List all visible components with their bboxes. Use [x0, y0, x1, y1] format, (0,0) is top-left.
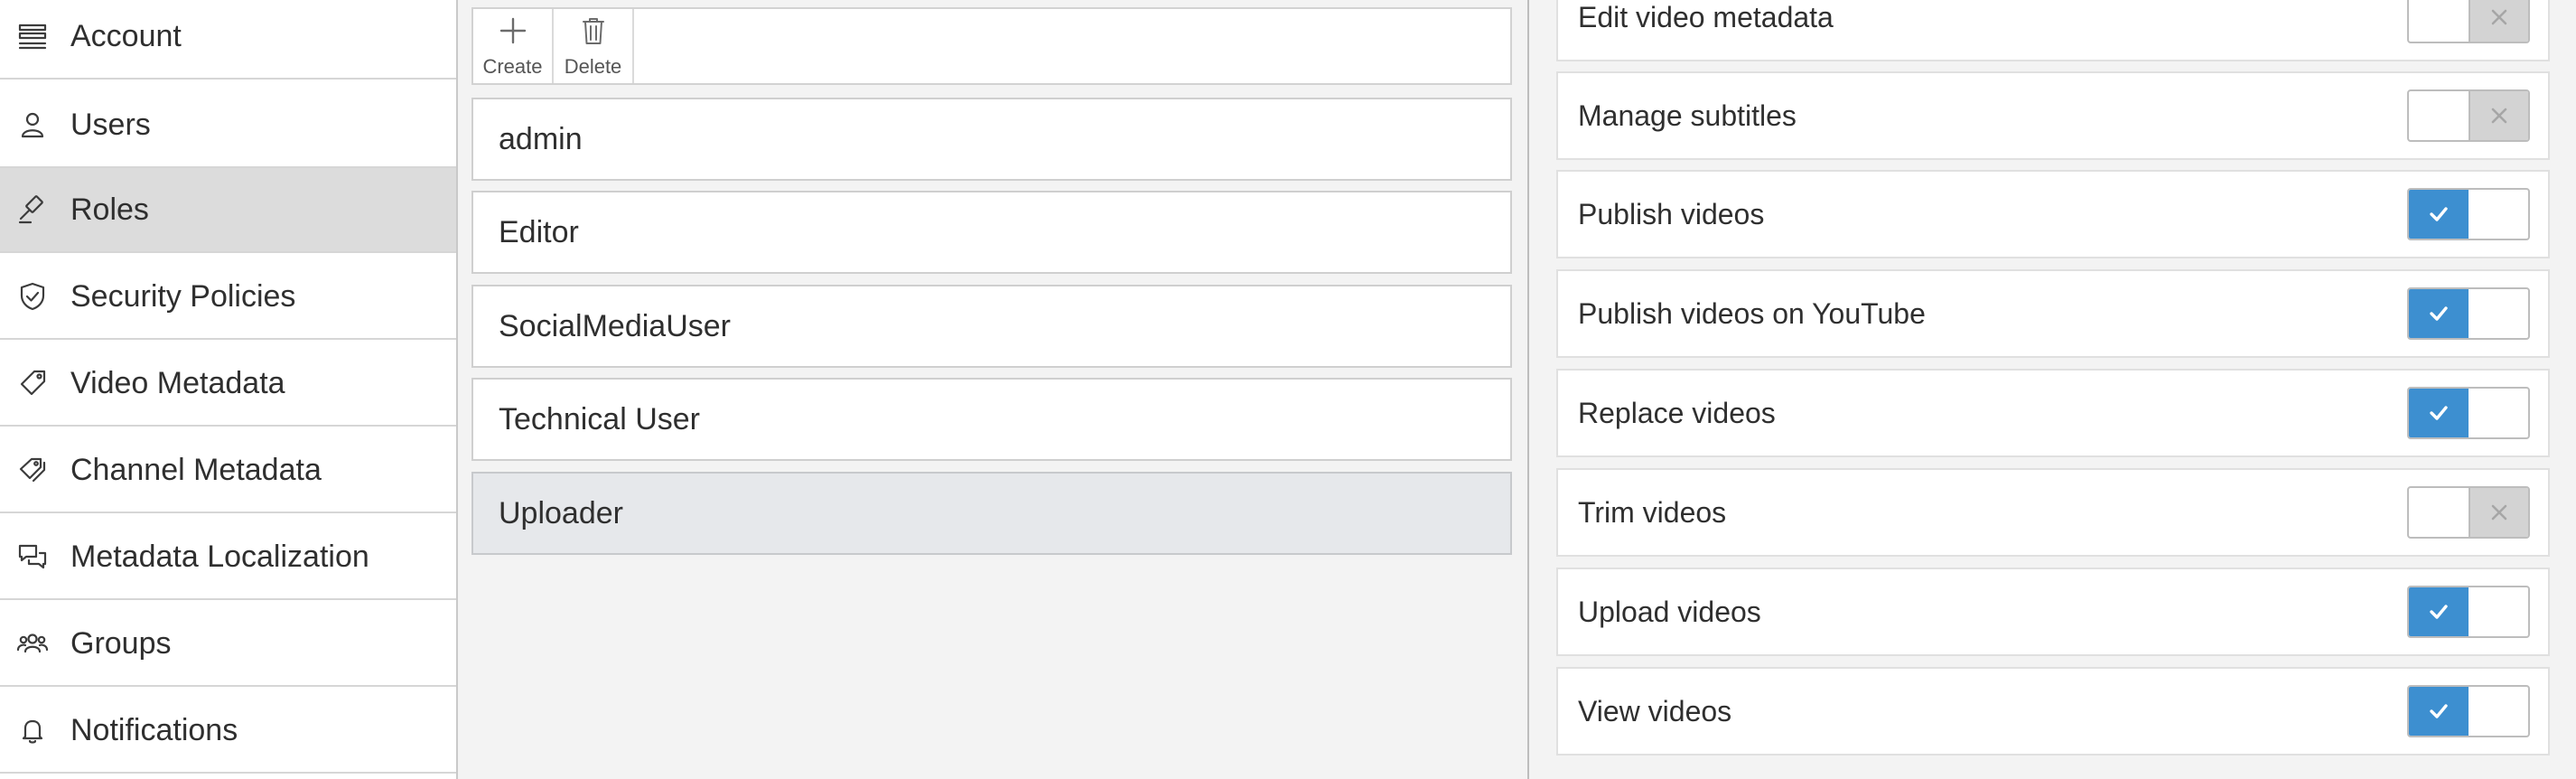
- plus-icon: [497, 14, 529, 52]
- x-icon: [2469, 488, 2528, 537]
- trash-icon: [577, 14, 610, 52]
- sidebar-item-label: Account: [70, 18, 182, 53]
- role-list-item-selected[interactable]: Uploader: [471, 472, 1512, 555]
- bell-icon: [14, 712, 51, 748]
- sidebar-item-metadata-localization[interactable]: Metadata Localization: [0, 515, 456, 600]
- checkmark-icon: [2409, 389, 2469, 437]
- sidebar-item-label: Metadata Localization: [70, 539, 369, 574]
- sidebar-item-account[interactable]: Account: [0, 0, 456, 80]
- create-role-button[interactable]: Create: [473, 9, 554, 83]
- sidebar-item-groups[interactable]: Groups: [0, 602, 456, 687]
- permissions-panel: Edit video metadata Manage subtitles Pub…: [1527, 0, 2576, 779]
- permission-label: Replace videos: [1578, 396, 1776, 429]
- sidebar-item-roles[interactable]: Roles: [0, 168, 456, 253]
- sidebar-item-notifications[interactable]: Notifications: [0, 689, 456, 774]
- permission-row: Replace videos: [1556, 369, 2550, 457]
- tags-icon: [14, 452, 51, 488]
- checkmark-icon: [2409, 587, 2469, 636]
- sidebar-item-security-policies[interactable]: Security Policies: [0, 255, 456, 340]
- gavel-icon: [14, 192, 51, 228]
- checkmark-icon: [2409, 289, 2469, 338]
- account-list-icon: [14, 18, 51, 54]
- checkmark-icon: [2409, 687, 2469, 736]
- user-icon: [14, 107, 51, 143]
- permission-label: Edit video metadata: [1578, 0, 1834, 33]
- permission-toggle[interactable]: [2407, 89, 2530, 142]
- permission-label: Trim videos: [1578, 495, 1727, 529]
- permission-toggle[interactable]: [2407, 586, 2530, 638]
- permission-row: Upload videos: [1556, 568, 2550, 656]
- permission-toggle[interactable]: [2407, 188, 2530, 240]
- permission-toggle[interactable]: [2407, 387, 2530, 439]
- permission-label: Upload videos: [1578, 595, 1761, 628]
- sidebar-item-video-metadata[interactable]: Video Metadata: [0, 342, 456, 427]
- role-list-item[interactable]: admin: [471, 98, 1512, 181]
- permission-label: Publish videos on YouTube: [1578, 296, 1926, 330]
- role-list-item[interactable]: Technical User: [471, 378, 1512, 461]
- settings-sidebar: Account Users Roles Security Policies Vi…: [0, 0, 458, 779]
- x-icon: [2469, 0, 2528, 42]
- sidebar-item-label: Groups: [70, 625, 172, 661]
- sidebar-item-label: Notifications: [70, 712, 238, 747]
- sidebar-item-channel-metadata[interactable]: Channel Metadata: [0, 428, 456, 513]
- permission-toggle[interactable]: [2407, 287, 2530, 340]
- sidebar-item-label: Users: [70, 107, 151, 142]
- permission-toggle[interactable]: [2407, 486, 2530, 539]
- checkmark-icon: [2409, 190, 2469, 239]
- permission-row: Edit video metadata: [1556, 0, 2550, 61]
- permission-toggle[interactable]: [2407, 685, 2530, 737]
- permission-row: Manage subtitles: [1556, 71, 2550, 160]
- group-icon: [14, 625, 51, 662]
- sidebar-item-users[interactable]: Users: [0, 83, 456, 168]
- permission-row: Publish videos: [1556, 170, 2550, 258]
- tag-icon: [14, 365, 51, 401]
- shield-check-icon: [14, 278, 51, 314]
- role-list-item[interactable]: SocialMediaUser: [471, 285, 1512, 368]
- delete-label: Delete: [564, 54, 622, 78]
- permission-row: View videos: [1556, 667, 2550, 756]
- delete-role-button[interactable]: Delete: [554, 9, 634, 83]
- roles-toolbar: Create Delete: [471, 7, 1512, 85]
- roles-panel: Create Delete admin Editor SocialMediaUs…: [458, 0, 1527, 779]
- permission-row: Publish videos on YouTube: [1556, 269, 2550, 358]
- sidebar-item-label: Video Metadata: [70, 365, 285, 400]
- permission-row: Trim videos: [1556, 468, 2550, 557]
- create-label: Create: [482, 54, 543, 78]
- permission-label: View videos: [1578, 694, 1732, 727]
- permission-label: Publish videos: [1578, 197, 1765, 230]
- permission-toggle[interactable]: [2407, 0, 2530, 43]
- role-list-item[interactable]: Editor: [471, 191, 1512, 274]
- chat-bubbles-icon: [14, 539, 51, 575]
- sidebar-item-label: Security Policies: [70, 278, 296, 314]
- permission-label: Manage subtitles: [1578, 99, 1797, 132]
- x-icon: [2469, 91, 2528, 140]
- sidebar-item-label: Roles: [70, 192, 149, 227]
- sidebar-item-label: Channel Metadata: [70, 452, 322, 487]
